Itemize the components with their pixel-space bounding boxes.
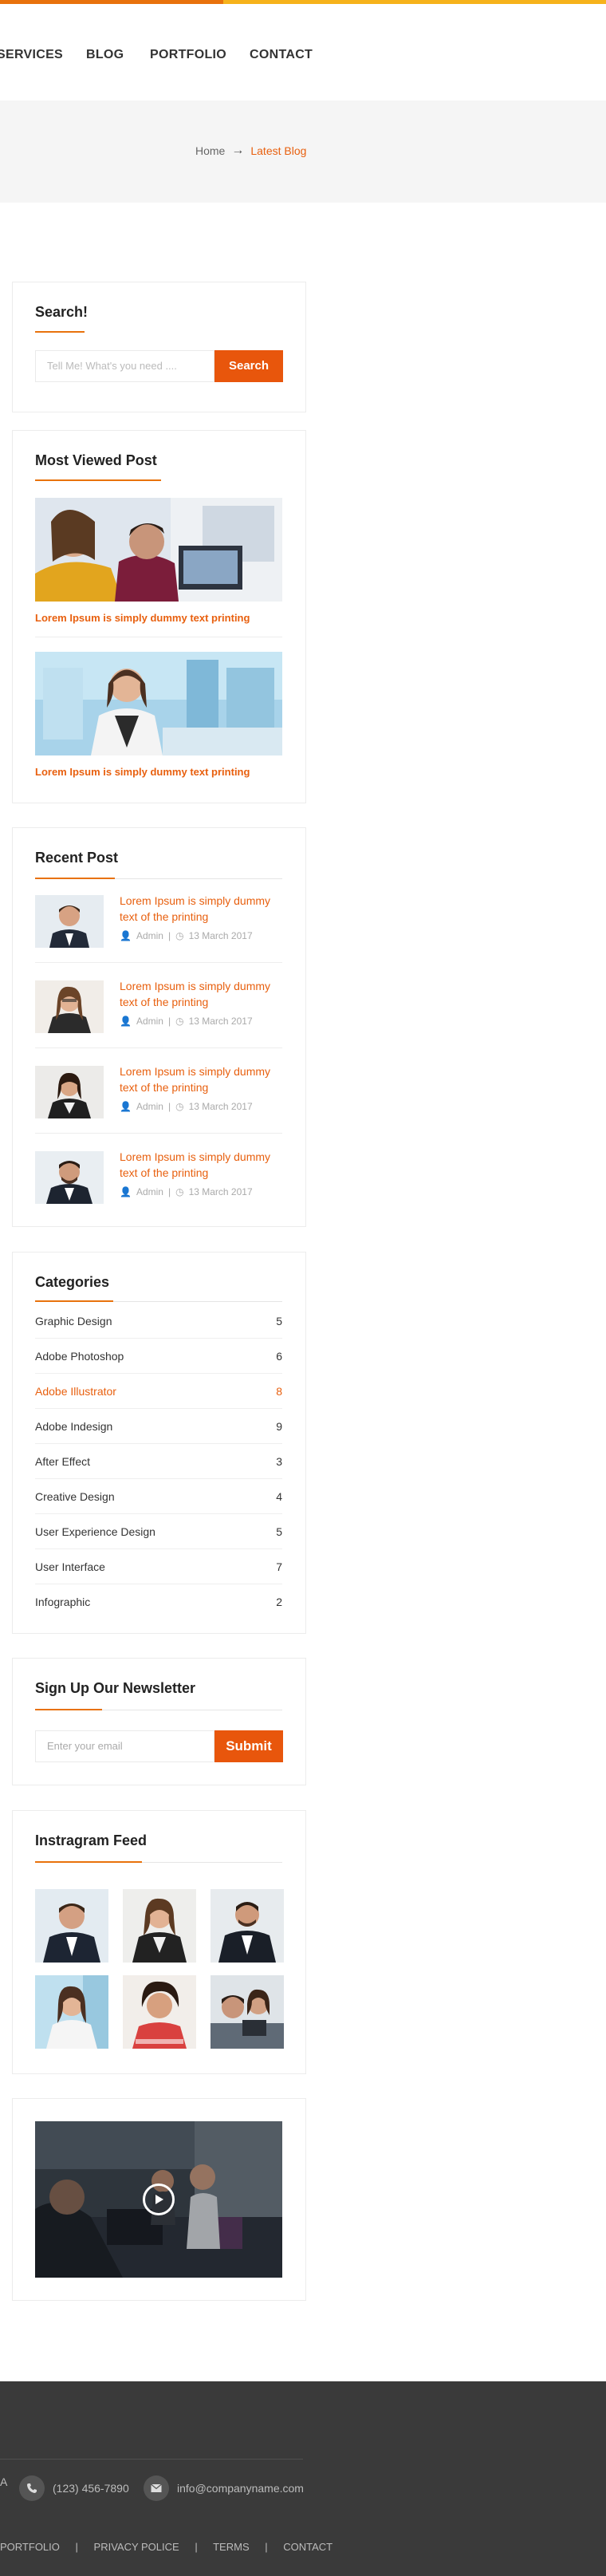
category-count: 4 (276, 1489, 282, 1503)
category-item[interactable]: Adobe Illustrator 8 (35, 1374, 282, 1409)
user-icon: 👤 (120, 1016, 132, 1027)
footer-address: A (0, 2475, 8, 2488)
category-name: User Interface (35, 1560, 105, 1573)
recent-post-widget: Recent Post Lorem Ipsum is simply dummy … (12, 827, 306, 1227)
widget-title: Recent Post (35, 850, 119, 866)
recent-post-meta: 👤 Admin | ◷ 13 March 2017 (120, 1101, 253, 1112)
category-name: Adobe Photoshop (35, 1349, 124, 1363)
page-header-band: Home → Latest Blog (0, 101, 606, 203)
recent-post-meta: 👤 Admin | ◷ 13 March 2017 (120, 1186, 253, 1197)
recent-post-title[interactable]: Lorem Ipsum is simply dummy text of the … (120, 893, 279, 925)
category-item[interactable]: Creative Design 4 (35, 1479, 282, 1514)
widget-title: Categories (35, 1274, 110, 1290)
recent-post-meta: 👤 Admin | ◷ 13 March 2017 (120, 1016, 253, 1027)
footer-email: info@companyname.com (144, 2475, 304, 2501)
category-item[interactable]: Infographic 2 (35, 1584, 282, 1619)
widget-title: Instragram Feed (35, 1832, 148, 1848)
category-name: Adobe Illustrator (35, 1384, 116, 1398)
widget-title: Sign Up Our Newsletter (35, 1680, 196, 1696)
search-input[interactable]: Tell Me! What's you need .... (35, 350, 214, 382)
breadcrumb-current: Latest Blog (250, 144, 307, 157)
instagram-photo[interactable] (123, 1889, 196, 1963)
arrow-right-icon: → (231, 144, 245, 157)
footer-link-portfolio[interactable]: PORTFOLIO (0, 2541, 60, 2553)
category-item[interactable]: After Effect 3 (35, 1444, 282, 1479)
category-count: 8 (276, 1384, 282, 1398)
recent-post-title[interactable]: Lorem Ipsum is simply dummy text of the … (120, 1149, 279, 1181)
recent-post-thumb[interactable] (35, 1151, 104, 1204)
post-image-business-woman[interactable] (35, 652, 282, 755)
phone-icon (19, 2475, 45, 2501)
play-icon[interactable] (143, 2183, 175, 2215)
category-item[interactable]: Adobe Indesign 9 (35, 1409, 282, 1444)
search-widget: Search! Tell Me! What's you need .... Se… (12, 282, 306, 412)
nav-item-portfolio[interactable]: PORTFOLIO (150, 48, 226, 62)
category-item[interactable]: User Interface 7 (35, 1549, 282, 1584)
nav-item-blog[interactable]: BLOG (86, 48, 124, 62)
category-name: Infographic (35, 1596, 91, 1608)
newsletter-submit-button[interactable]: Submit (214, 1730, 283, 1762)
instagram-photo[interactable] (35, 1889, 108, 1963)
recent-post-thumb[interactable] (35, 895, 104, 948)
category-count: 3 (276, 1454, 282, 1468)
most-viewed-widget: Most Viewed Post Lorem Ipsum is simply d… (12, 430, 306, 803)
nav-item-services[interactable]: SERVICES (0, 48, 63, 62)
video-thumbnail[interactable] (35, 2121, 282, 2278)
category-name: Adobe Indesign (35, 1419, 113, 1433)
breadcrumb-home-link[interactable]: Home (195, 144, 225, 157)
newsletter-widget: Sign Up Our Newsletter Enter your email … (12, 1658, 306, 1785)
category-count: 2 (276, 1596, 282, 1608)
footer-link-privacy[interactable]: PRIVACY POLICE (94, 2541, 179, 2553)
footer-link-terms[interactable]: TERMS (213, 2541, 250, 2553)
breadcrumb: Home → Latest Blog (195, 144, 306, 158)
category-count: 5 (276, 1525, 282, 1538)
widget-title: Search! (35, 304, 89, 320)
envelope-icon (144, 2475, 169, 2501)
recent-post-title[interactable]: Lorem Ipsum is simply dummy text of the … (120, 1063, 279, 1095)
widget-title: Most Viewed Post (35, 452, 157, 468)
post-image-team[interactable] (35, 498, 282, 602)
instagram-photo[interactable] (123, 1975, 196, 2049)
newsletter-email-input[interactable]: Enter your email (35, 1730, 214, 1762)
category-item[interactable]: User Experience Design 5 (35, 1514, 282, 1549)
footer-links: PORTFOLIO | PRIVACY POLICE | TERMS | CON… (0, 2541, 333, 2553)
clock-icon: ◷ (175, 1016, 184, 1027)
category-count: 7 (276, 1560, 282, 1573)
user-icon: 👤 (120, 1101, 132, 1112)
categories-widget: Categories Graphic Design 5 Adobe Photosho… (12, 1252, 306, 1634)
category-name: User Experience Design (35, 1525, 155, 1538)
instagram-photo[interactable] (211, 1975, 284, 2049)
search-button[interactable]: Search (214, 350, 283, 382)
category-count: 5 (276, 1314, 282, 1327)
footer-link-contact[interactable]: CONTACT (283, 2541, 333, 2553)
category-item[interactable]: Graphic Design 5 (35, 1304, 282, 1339)
user-icon: 👤 (120, 930, 132, 941)
recent-post-title[interactable]: Lorem Ipsum is simply dummy text of the … (120, 978, 279, 1010)
recent-post-thumb[interactable] (35, 980, 104, 1033)
site-footer: A (123) 456-7890 info@companyname.com PO… (0, 2381, 606, 2576)
recent-post-meta: 👤 Admin | ◷ 13 March 2017 (120, 930, 253, 941)
footer-phone: (123) 456-7890 (19, 2475, 129, 2501)
nav-item-contact[interactable]: CONTACT (250, 48, 313, 62)
recent-post-thumb[interactable] (35, 1066, 104, 1118)
clock-icon: ◷ (175, 1101, 184, 1112)
category-name: Graphic Design (35, 1314, 112, 1327)
category-count: 9 (276, 1419, 282, 1433)
category-item[interactable]: Adobe Photoshop 6 (35, 1339, 282, 1374)
instagram-widget: Instragram Feed (12, 1810, 306, 2074)
category-name: Creative Design (35, 1489, 115, 1503)
user-icon: 👤 (120, 1186, 132, 1197)
main-nav: SERVICES BLOG PORTFOLIO CONTACT (0, 4, 606, 100)
clock-icon: ◷ (175, 930, 184, 941)
instagram-photo[interactable] (35, 1975, 108, 2049)
category-count: 6 (276, 1349, 282, 1363)
post-link[interactable]: Lorem Ipsum is simply dummy text printin… (35, 612, 250, 624)
instagram-photo[interactable] (211, 1889, 284, 1963)
post-link[interactable]: Lorem Ipsum is simply dummy text printin… (35, 766, 250, 778)
clock-icon: ◷ (175, 1186, 184, 1197)
video-widget (12, 2098, 306, 2301)
category-name: After Effect (35, 1454, 90, 1468)
